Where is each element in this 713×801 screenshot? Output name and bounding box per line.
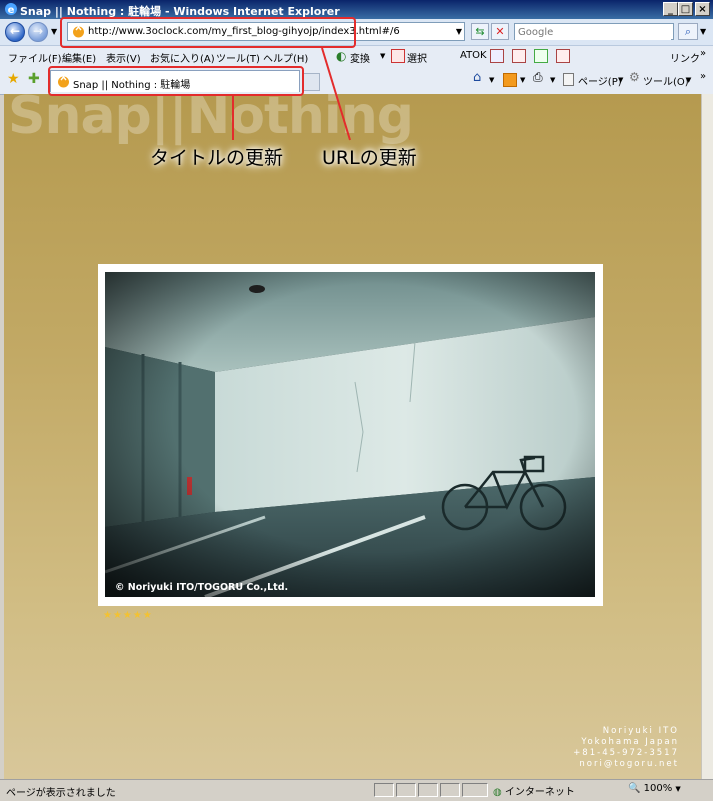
annotation-lines [232,47,351,141]
url-update-annotation: URLの更新 [322,147,417,169]
title-update-annotation: タイトルの更新 [150,147,284,169]
